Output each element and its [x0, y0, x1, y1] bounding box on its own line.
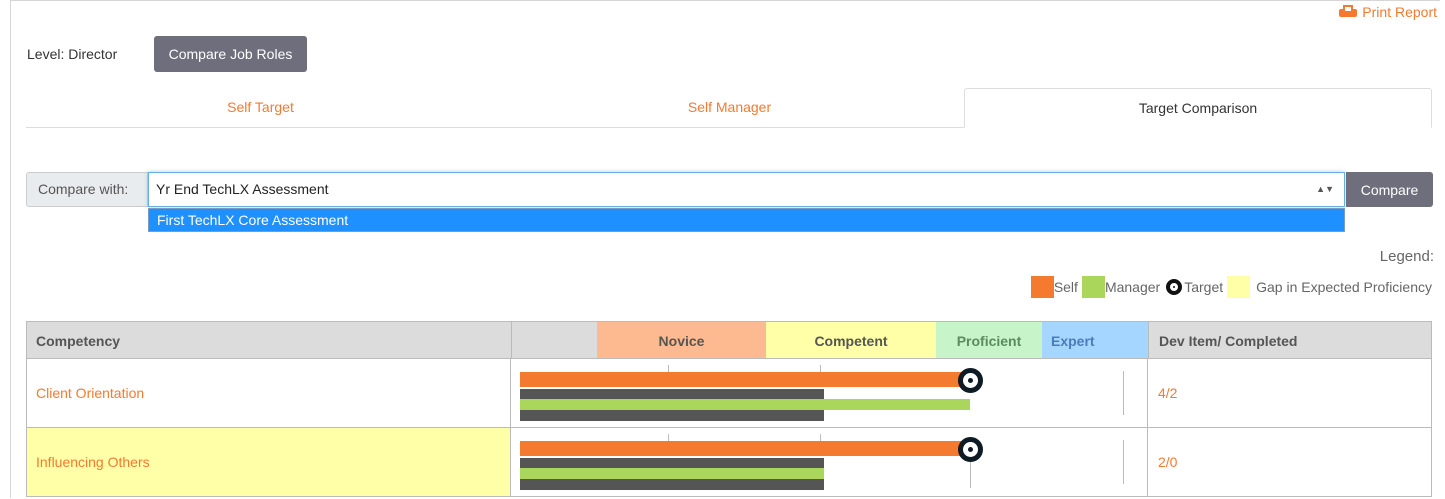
header-competent: Competent: [766, 321, 936, 359]
legend: Self Manager Target Gap in Expected Prof…: [1030, 276, 1432, 298]
level-label: Level: Director: [27, 46, 118, 62]
print-report-link[interactable]: Print Report: [1339, 4, 1437, 20]
proficiency-bars: [511, 428, 1148, 496]
compare-with-select[interactable]: Yr End TechLX Assessment ▲▼: [148, 172, 1345, 207]
tab-self-manager[interactable]: Self Manager: [495, 88, 964, 127]
report-tabs: Self Target Self Manager Target Comparis…: [26, 88, 1432, 128]
printer-icon: [1339, 5, 1358, 19]
header-novice: Novice: [597, 321, 766, 359]
legend-target-label: Target: [1184, 279, 1224, 295]
manager-bar: [520, 468, 824, 479]
target-icon: [958, 437, 983, 462]
legend-manager-label: Manager: [1104, 279, 1161, 295]
self-bar: [520, 441, 968, 456]
table-row: Client Orientation 4/2: [26, 359, 1432, 428]
self-bar: [520, 372, 968, 387]
select-caret-icon: ▲▼: [1316, 184, 1334, 194]
header-proficient: Proficient: [936, 321, 1042, 359]
dropdown-option[interactable]: First TechLX Core Assessment: [149, 209, 1344, 231]
table-row: Influencing Others 2/0: [26, 428, 1432, 497]
previous-bar: [520, 410, 824, 421]
compare-selected-value: Yr End TechLX Assessment: [156, 181, 329, 197]
legend-gap-label: Gap in Expected Proficiency: [1256, 279, 1432, 295]
target-icon: [1166, 279, 1183, 295]
manager-bar: [520, 399, 970, 410]
previous-bar: [520, 479, 824, 490]
print-report-label: Print Report: [1362, 4, 1437, 20]
legend-self-swatch: [1030, 276, 1054, 298]
competency-name[interactable]: Influencing Others: [26, 428, 511, 496]
header-dev-item: Dev Item/ Completed: [1148, 321, 1432, 359]
compare-job-roles-button[interactable]: Compare Job Roles: [154, 36, 307, 72]
header-expert: Expert: [1042, 321, 1148, 359]
compare-button[interactable]: Compare: [1346, 172, 1433, 207]
header-blank: [511, 321, 597, 359]
header-competency: Competency: [26, 321, 511, 359]
legend-self-label: Self: [1053, 279, 1078, 295]
dev-item-count[interactable]: 2/0: [1148, 428, 1432, 496]
competency-name[interactable]: Client Orientation: [26, 359, 511, 427]
proficiency-bars: [511, 359, 1148, 427]
tab-self-target[interactable]: Self Target: [26, 88, 495, 127]
target-icon: [958, 368, 983, 393]
legend-gap-swatch: [1227, 276, 1251, 298]
legend-manager-swatch: [1081, 276, 1105, 298]
grid-tick: [1123, 440, 1124, 484]
compare-with-label: Compare with:: [26, 172, 148, 207]
grid-tick: [1123, 371, 1124, 415]
tab-target-comparison[interactable]: Target Comparison: [964, 88, 1432, 128]
compare-dropdown-list: First TechLX Core Assessment: [148, 208, 1345, 232]
dev-item-count[interactable]: 4/2: [1148, 359, 1432, 427]
legend-title: Legend:: [1379, 248, 1434, 265]
competency-table: Competency Novice Competent Proficient E…: [26, 321, 1432, 499]
